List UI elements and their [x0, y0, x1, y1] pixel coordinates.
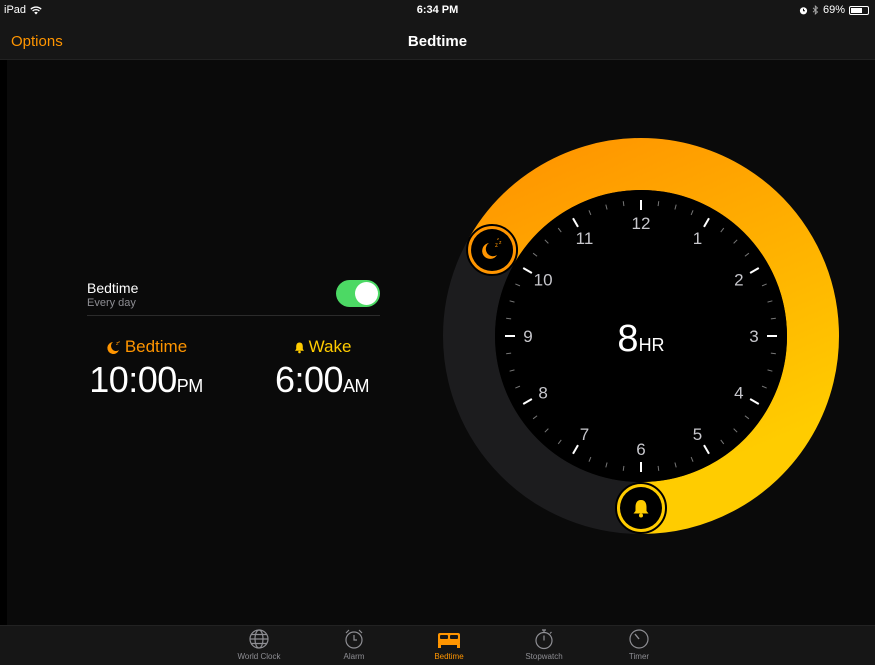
- globe-icon: [249, 629, 269, 649]
- minor-tick: [657, 465, 660, 471]
- clock-number-5: 5: [693, 425, 702, 444]
- alarm-status-icon: [799, 6, 808, 14]
- bedtime-summary[interactable]: z z Bedtime 10:00PM: [86, 337, 206, 401]
- wake-label: Wake: [308, 337, 352, 356]
- nav-bar: Options Bedtime: [0, 22, 875, 60]
- tab-alarm[interactable]: Alarm: [324, 628, 384, 661]
- bedtime-time: 10:00: [89, 359, 177, 400]
- tab-bar: World Clock Alarm Bedtime Stopwatch Time…: [0, 625, 875, 665]
- clock-number-6: 6: [636, 440, 645, 459]
- minor-tick: [622, 465, 625, 471]
- bluetooth-icon: [812, 5, 819, 15]
- wake-handle[interactable]: [615, 482, 667, 534]
- status-bar: iPad 6:34 PM 69%: [0, 0, 875, 22]
- minor-tick: [657, 201, 660, 207]
- bedtime-clock[interactable]: 121234567891011 8HR z z z: [440, 135, 842, 537]
- tab-label: Bedtime: [434, 652, 464, 661]
- minor-tick: [770, 352, 776, 355]
- bedtime-time-display: 10:00PM: [86, 359, 206, 401]
- screen: iPad 6:34 PM 69% Options Bedtime Bedtime…: [0, 0, 882, 665]
- options-button[interactable]: Options: [11, 33, 63, 50]
- clock-number-2: 2: [734, 271, 743, 290]
- screen-edge: [0, 60, 7, 625]
- battery-percent: 69%: [822, 4, 845, 16]
- clock-number-7: 7: [580, 425, 589, 444]
- tab-label: Alarm: [343, 652, 365, 661]
- bedtime-label: Bedtime: [124, 337, 188, 356]
- tab-world-clock[interactable]: World Clock: [229, 628, 289, 661]
- clock-number-4: 4: [734, 384, 743, 403]
- bell-icon: [294, 342, 304, 353]
- stopwatch-icon: [535, 629, 553, 650]
- minor-tick: [506, 352, 512, 355]
- clock-number-12: 12: [632, 214, 651, 233]
- minor-tick: [622, 201, 625, 207]
- battery-icon: [849, 5, 869, 15]
- svg-text:z: z: [497, 236, 499, 241]
- status-time: 6:34 PM: [416, 4, 459, 16]
- bedtime-heading: z z Bedtime: [86, 337, 206, 357]
- timer-icon: [629, 629, 649, 649]
- toggle-knob: [355, 282, 378, 305]
- bed-icon: [438, 633, 460, 648]
- alarm-clock-icon: [345, 629, 363, 649]
- tab-label: Timer: [628, 652, 650, 661]
- svg-text:z: z: [118, 339, 120, 344]
- svg-text:z: z: [495, 243, 498, 249]
- tab-label: Stopwatch: [525, 652, 563, 661]
- tab-stopwatch[interactable]: Stopwatch: [514, 628, 574, 661]
- tab-timer[interactable]: Timer: [609, 628, 669, 661]
- battery-fill: [851, 7, 863, 13]
- schedule-repeat: Every day: [87, 297, 136, 309]
- page-title: Bedtime: [407, 33, 468, 50]
- wake-time: 6:00: [274, 359, 344, 400]
- minor-tick: [506, 317, 512, 320]
- clock-number-9: 9: [523, 327, 532, 346]
- page-edge: [875, 0, 882, 665]
- duration-unit: HR: [639, 335, 665, 355]
- bedtime-schedule-row: Bedtime Every day: [87, 278, 380, 316]
- clock-number-8: 8: [538, 384, 547, 403]
- wake-time-display: 6:00AM: [262, 359, 382, 401]
- bedtime-toggle[interactable]: [336, 280, 380, 307]
- clock-number-1: 1: [693, 229, 702, 248]
- minor-tick: [770, 317, 776, 320]
- bedtime-handle[interactable]: z z z: [466, 224, 519, 276]
- clock-number-3: 3: [749, 327, 758, 346]
- clock-number-10: 10: [534, 271, 553, 290]
- wake-summary[interactable]: Wake 6:00AM: [262, 337, 382, 401]
- tab-bedtime[interactable]: Bedtime: [419, 628, 479, 661]
- bedtime-ampm: PM: [176, 376, 204, 396]
- clock-number-11: 11: [576, 229, 594, 248]
- wake-ampm: AM: [343, 376, 370, 396]
- schedule-label: Bedtime: [87, 280, 139, 296]
- wake-heading: Wake: [262, 337, 382, 357]
- tab-label: World Clock: [237, 652, 281, 661]
- moon-zzz-icon: z z: [107, 339, 120, 354]
- duration-value: 8: [617, 318, 638, 360]
